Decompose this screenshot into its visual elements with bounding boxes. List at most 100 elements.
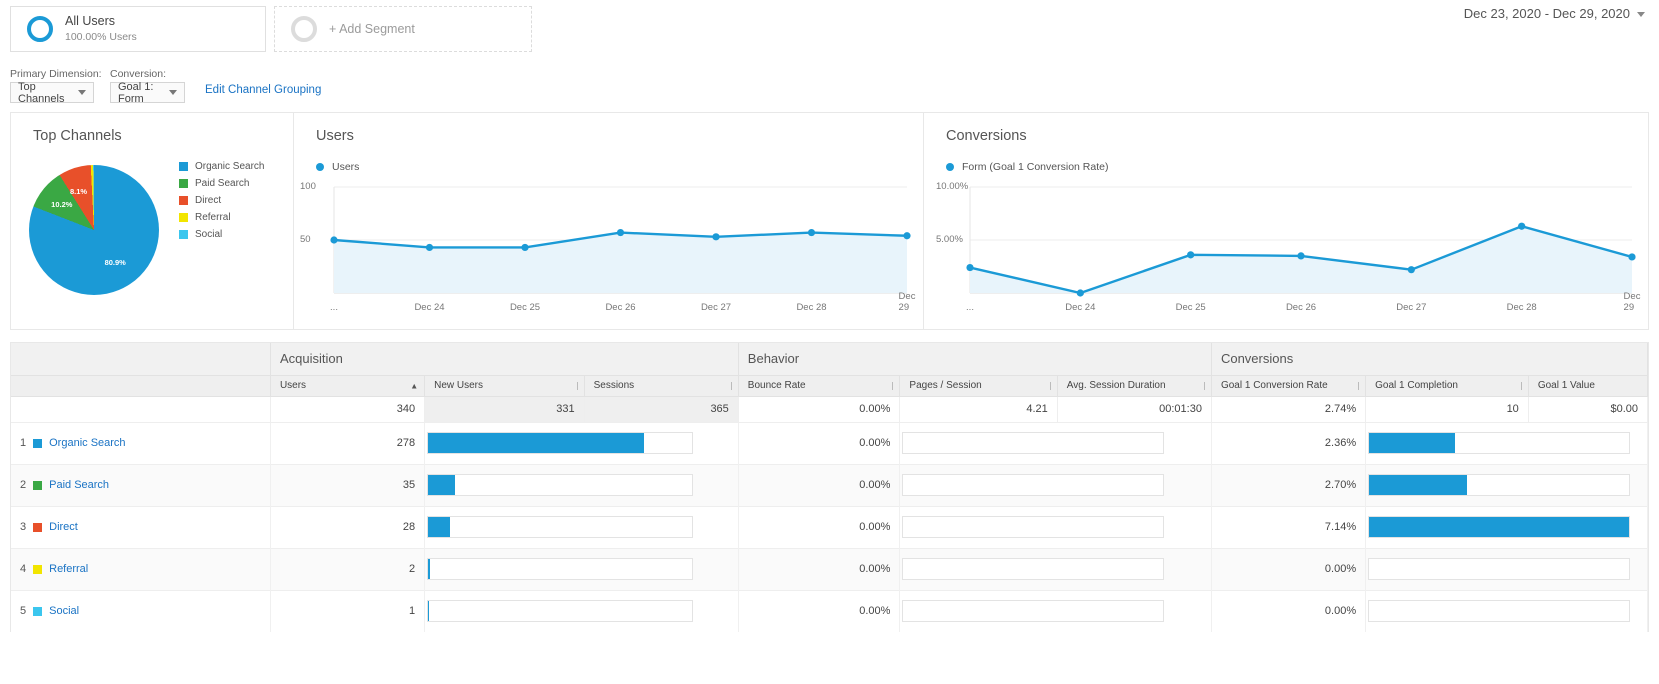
conversion-label: Conversion:: [110, 68, 167, 80]
column-divider-icon: [1520, 381, 1522, 390]
pie-legend-item[interactable]: Social: [179, 229, 264, 240]
bar-fill: [1369, 517, 1630, 537]
primary-dimension-label: Primary Dimension:: [10, 68, 102, 80]
column-divider-icon: [892, 381, 894, 390]
table-totals-row: 340 331 365 0.00% 4.21 00:01:30 2.74% 10 $0.00: [11, 395, 1649, 422]
bar-track: [427, 516, 694, 538]
bar-track: [427, 432, 694, 454]
legend-swatch-icon: [179, 230, 188, 239]
bar-track: [1368, 558, 1631, 580]
column-divider-icon: [1358, 381, 1360, 390]
segment-all-users[interactable]: All Users 100.00% Users: [10, 6, 266, 52]
goal-conversion-rate-cell: 0.00%: [1211, 589, 1367, 632]
channel-name-link[interactable]: Direct: [49, 521, 78, 533]
column-divider-icon: [576, 381, 578, 390]
table-column-header[interactable]: New Users: [424, 374, 585, 396]
x-axis-tick-label: Dec 25: [509, 302, 541, 313]
table-total-cell: 0.00%: [738, 395, 901, 422]
chart-data-point: [521, 243, 529, 252]
behavior-bar-cell: [899, 589, 1212, 632]
row-index: 1: [20, 437, 27, 449]
add-segment-button[interactable]: + Add Segment: [274, 6, 532, 52]
pie-legend-label: Social: [195, 229, 223, 240]
table-total-cell: 2.74%: [1211, 395, 1367, 422]
sort-ascending-icon: ▲: [410, 381, 419, 390]
users-bar-cell: [424, 505, 739, 548]
channel-name-link[interactable]: Social: [49, 605, 79, 617]
edit-channel-grouping-link[interactable]: Edit Channel Grouping: [205, 84, 321, 96]
chart-data-point: [1297, 252, 1305, 260]
row-index: 4: [20, 563, 27, 575]
table-column-header[interactable]: Sessions: [584, 374, 739, 396]
bar-track: [1368, 474, 1631, 496]
table-column-header[interactable]: [11, 374, 271, 396]
channel-name-link[interactable]: Referral: [49, 563, 88, 575]
table-column-header[interactable]: Goal 1 Value: [1528, 374, 1649, 396]
pie-legend-item[interactable]: Organic Search: [179, 161, 264, 172]
x-axis-tick-label: Dec 26: [605, 302, 636, 313]
bar-fill: [1369, 475, 1468, 495]
table-row[interactable]: 1 Organic Search 278 0.00% 2.36%: [11, 421, 1648, 464]
pie-slices: [29, 165, 159, 295]
table-column-header[interactable]: Avg. Session Duration: [1057, 374, 1212, 396]
table-column-header[interactable]: Goal 1 Completion: [1365, 374, 1529, 396]
bounce-rate-cell: 0.00%: [738, 505, 901, 548]
conversion-select[interactable]: Goal 1: Form: [110, 80, 185, 105]
x-axis-tick-label: ...: [966, 302, 974, 313]
goal-conversion-rate-cell: 0.00%: [1211, 547, 1367, 590]
table-group-header: Behavior: [738, 343, 1212, 375]
users-bar-cell: [424, 463, 739, 506]
bar-track: [902, 516, 1165, 538]
channel-name-link[interactable]: Organic Search: [49, 437, 125, 449]
table-row[interactable]: 3 Direct 28 0.00% 7.14%: [11, 505, 1648, 548]
conversion-value: Goal 1: Form: [118, 80, 154, 105]
legend-swatch-icon: [179, 162, 188, 171]
users-value-cell: 2: [270, 547, 426, 590]
channel-color-swatch-icon: [33, 564, 43, 574]
bounce-rate-cell: 0.00%: [738, 589, 901, 632]
table-total-cell: 365: [584, 395, 739, 422]
pie-legend-item[interactable]: Direct: [179, 195, 264, 206]
segment-bar: All Users 100.00% Users + Add Segment De…: [0, 0, 1659, 56]
table-column-header[interactable]: Pages / Session: [899, 374, 1058, 396]
segment-title: All Users: [65, 14, 116, 29]
column-divider-icon: [1049, 381, 1051, 390]
table-column-header-label: Pages / Session: [909, 380, 982, 391]
table-row[interactable]: 5 Social 1 0.00% 0.00%: [11, 589, 1648, 632]
table-column-header-label: Users: [279, 380, 307, 391]
channel-name-link[interactable]: Paid Search: [49, 479, 109, 491]
table-group-header: Conversions: [1211, 343, 1649, 375]
bar-fill: [1369, 433, 1456, 453]
top-channels-panel: Top Channels 80.9% 10.2% 8.1% Organic Sear…: [11, 113, 294, 329]
primary-dimension-value: Top Channels: [18, 80, 65, 105]
channels-table: Acquisition Behavior Conversions Users ▲ New…: [10, 342, 1649, 632]
bar-track: [902, 558, 1165, 580]
bounce-rate-cell: 0.00%: [738, 421, 901, 464]
users-value-cell: 28: [270, 505, 426, 548]
legend-swatch-icon: [179, 179, 188, 188]
bar-fill: [428, 559, 430, 579]
bar-track: [427, 600, 694, 623]
summary-panels: Top Channels 80.9% 10.2% 8.1% Organic Sear…: [10, 112, 1649, 330]
bar-track: [902, 600, 1165, 623]
row-index: 3: [20, 521, 27, 533]
primary-dimension-select[interactable]: Top Channels: [10, 80, 94, 105]
bar-track: [1368, 432, 1631, 454]
pie-legend-label: Paid Search: [195, 178, 250, 189]
y-axis-tick-label: 10.00%: [936, 181, 969, 192]
pie-legend-item[interactable]: Paid Search: [179, 178, 264, 189]
chart-data-point: [1076, 289, 1084, 297]
chart-data-point: [1187, 251, 1195, 259]
table-row[interactable]: 2 Paid Search 35 0.00% 2.70%: [11, 463, 1648, 506]
table-column-header[interactable]: Users ▲: [270, 374, 426, 396]
date-range-picker[interactable]: Dec 23, 2020 - Dec 29, 2020: [1464, 6, 1645, 21]
x-axis-tick-label: Dec 24: [1065, 302, 1096, 313]
chart-data-point: [616, 228, 625, 237]
table-row[interactable]: 4 Referral 2 0.00% 0.00%: [11, 547, 1648, 590]
pie-legend-item[interactable]: Referral: [179, 212, 264, 223]
table-total-cell: 00:01:30: [1057, 395, 1212, 422]
bar-track: [1368, 600, 1631, 623]
pie-slice-label: 10.2%: [51, 199, 73, 209]
table-column-header[interactable]: Bounce Rate: [738, 374, 901, 396]
table-column-header[interactable]: Goal 1 Conversion Rate: [1211, 374, 1367, 396]
